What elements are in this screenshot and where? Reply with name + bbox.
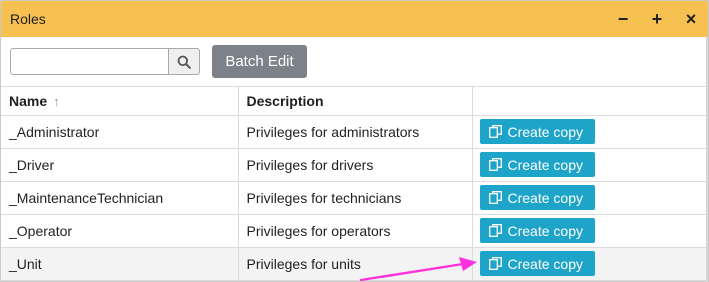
cell-action: Create copy — [472, 247, 708, 281]
batch-edit-button[interactable]: Batch Edit — [212, 45, 307, 78]
table-header-row: Name ↑ Description — [1, 87, 708, 116]
cell-name: _Administrator — [1, 115, 239, 149]
window-controls: − + × — [606, 1, 708, 37]
toolbar: Batch Edit — [10, 45, 307, 78]
search-icon — [177, 55, 191, 69]
cell-name: _Operator — [1, 214, 239, 248]
create-copy-label: Create copy — [507, 222, 583, 239]
create-copy-label: Create copy — [507, 156, 583, 173]
column-header-actions — [472, 87, 708, 116]
create-copy-button[interactable]: Create copy — [479, 251, 595, 276]
create-copy-label: Create copy — [507, 123, 583, 140]
roles-table: Name ↑ Description _Administrator Privile… — [1, 86, 708, 281]
column-header-description-label: Description — [246, 92, 324, 109]
table-row[interactable]: _Administrator Privileges for administra… — [1, 115, 708, 149]
cell-name: _Unit — [1, 247, 239, 281]
table-row[interactable]: _Driver Privileges for drivers Create co… — [1, 148, 708, 182]
table-row[interactable]: _MaintenanceTechnician Privileges for te… — [1, 181, 708, 215]
copy-icon — [488, 191, 502, 204]
cell-name: _MaintenanceTechnician — [1, 181, 239, 215]
cell-action: Create copy — [472, 115, 708, 149]
copy-icon — [488, 158, 502, 171]
table-row[interactable]: _Operator Privileges for operators Creat… — [1, 214, 708, 248]
create-copy-button[interactable]: Create copy — [479, 119, 595, 144]
cell-description: Privileges for operators — [238, 214, 473, 248]
close-button[interactable]: × — [674, 1, 708, 37]
create-copy-button[interactable]: Create copy — [479, 218, 595, 243]
table-row[interactable]: _Unit Privileges for units Create copy — [1, 247, 708, 281]
cell-description: Privileges for drivers — [238, 148, 473, 182]
column-header-name[interactable]: Name ↑ — [1, 87, 239, 116]
cell-description: Privileges for technicians — [238, 181, 473, 215]
minimize-button[interactable]: − — [606, 1, 640, 37]
search-button[interactable] — [168, 48, 200, 75]
create-copy-label: Create copy — [507, 189, 583, 206]
create-copy-button[interactable]: Create copy — [479, 152, 595, 177]
sort-ascending-icon: ↑ — [53, 93, 60, 109]
create-copy-button[interactable]: Create copy — [479, 185, 595, 210]
cell-description: Privileges for units — [238, 247, 473, 281]
maximize-button[interactable]: + — [640, 1, 674, 37]
column-header-name-label: Name — [9, 92, 48, 109]
create-copy-label: Create copy — [507, 255, 583, 272]
cell-action: Create copy — [472, 181, 708, 215]
roles-window: Roles − + × Batch Edit Name ↑ Descriptio… — [0, 0, 709, 282]
column-header-description[interactable]: Description — [238, 87, 473, 116]
background-window-edge — [706, 37, 708, 282]
search-input[interactable] — [10, 48, 168, 75]
copy-icon — [488, 224, 502, 237]
copy-icon — [488, 257, 502, 270]
window-titlebar[interactable]: Roles − + × — [1, 1, 708, 37]
cell-name: _Driver — [1, 148, 239, 182]
cell-description: Privileges for administrators — [238, 115, 473, 149]
cell-action: Create copy — [472, 148, 708, 182]
copy-icon — [488, 125, 502, 138]
window-title: Roles — [10, 11, 46, 27]
cell-action: Create copy — [472, 214, 708, 248]
